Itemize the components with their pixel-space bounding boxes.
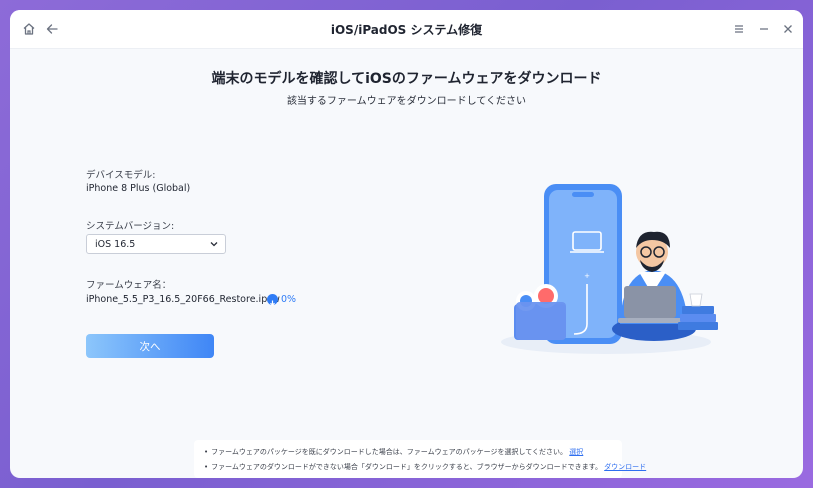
next-button[interactable]: 次へ xyxy=(86,334,214,358)
help-notes: • ファームウェアのパッケージを既にダウンロードした場合は、ファームウェアのパッケ… xyxy=(194,440,646,478)
device-model-value: iPhone 8 Plus (Global) xyxy=(86,183,191,194)
firmware-filename: iPhone_5.5_P3_16.5_20F66_Restore.ipsw xyxy=(86,294,280,305)
note-download-text: ファームウェアのダウンロードができない場合「ダウンロード」をクリックすると、ブラ… xyxy=(211,463,602,471)
system-version-value: iOS 16.5 xyxy=(95,239,136,250)
svg-text:+: + xyxy=(584,272,590,280)
note-select-package: • ファームウェアのパッケージを既にダウンロードした場合は、ファームウェアのパッケ… xyxy=(204,448,584,456)
chevron-down-icon xyxy=(209,239,219,252)
download-icon xyxy=(267,294,278,307)
download-progress-text: 0% xyxy=(281,294,297,305)
page-heading: 端末のモデルを確認してiOSのファームウェアをダウンロード xyxy=(211,71,602,87)
close-icon[interactable] xyxy=(779,20,797,38)
menu-icon[interactable] xyxy=(730,20,748,38)
title-bar: iOS/iPadOS システム修復 xyxy=(10,10,803,49)
window-title: iOS/iPadOS システム修復 xyxy=(330,23,483,37)
device-model-label: デバイスモデル: xyxy=(86,170,156,181)
firmware-name-label: ファームウェア名： xyxy=(86,280,172,291)
note-download-browser: • ファームウェアのダウンロードができない場合「ダウンロード」をクリックすると、ブ… xyxy=(204,463,647,471)
firmware-illustration: + xyxy=(501,184,718,354)
note-select-text: ファームウェアのパッケージを既にダウンロードした場合は、ファームウェアのパッケー… xyxy=(211,448,568,456)
system-version-select[interactable]: iOS 16.5 xyxy=(86,234,226,254)
page-subheading: 該当するファームウェアをダウンロードしてください xyxy=(286,96,527,107)
system-version-label: システムバージョン: xyxy=(86,221,175,232)
select-link[interactable]: 選択 xyxy=(569,448,583,456)
app-window: iOS/iPadOS システム修復 端末のモデルを確認してiOSのファームウェア… xyxy=(10,10,803,478)
download-link[interactable]: ダウンロード xyxy=(604,463,646,471)
minimize-icon[interactable] xyxy=(755,20,773,38)
